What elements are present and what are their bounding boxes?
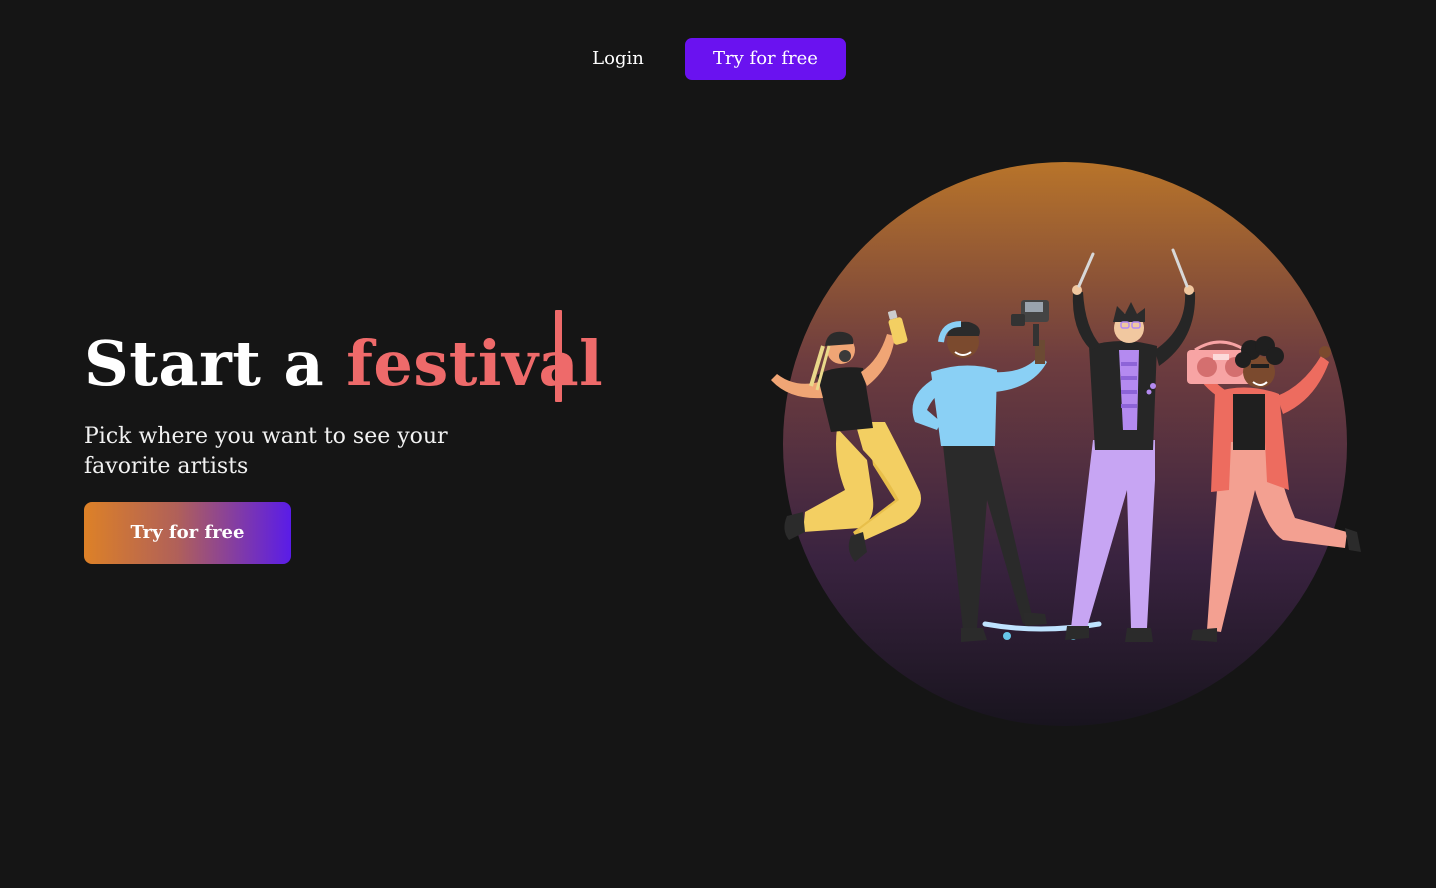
hero-title-typed-word: festival [346, 327, 604, 400]
login-link[interactable]: Login [575, 38, 661, 80]
hero-try-for-free-button[interactable]: Try for free [84, 502, 291, 564]
top-nav: Login Try for free [0, 38, 1436, 80]
nav-try-for-free-button[interactable]: Try for free [685, 38, 846, 80]
hero-subtitle: Pick where you want to see your favorite… [84, 424, 448, 479]
hero-title-lead: Start a [84, 327, 347, 400]
hero-title: Start a festival [84, 318, 603, 410]
festival-crowd-illustration [771, 162, 1361, 726]
typing-caret [555, 310, 562, 402]
